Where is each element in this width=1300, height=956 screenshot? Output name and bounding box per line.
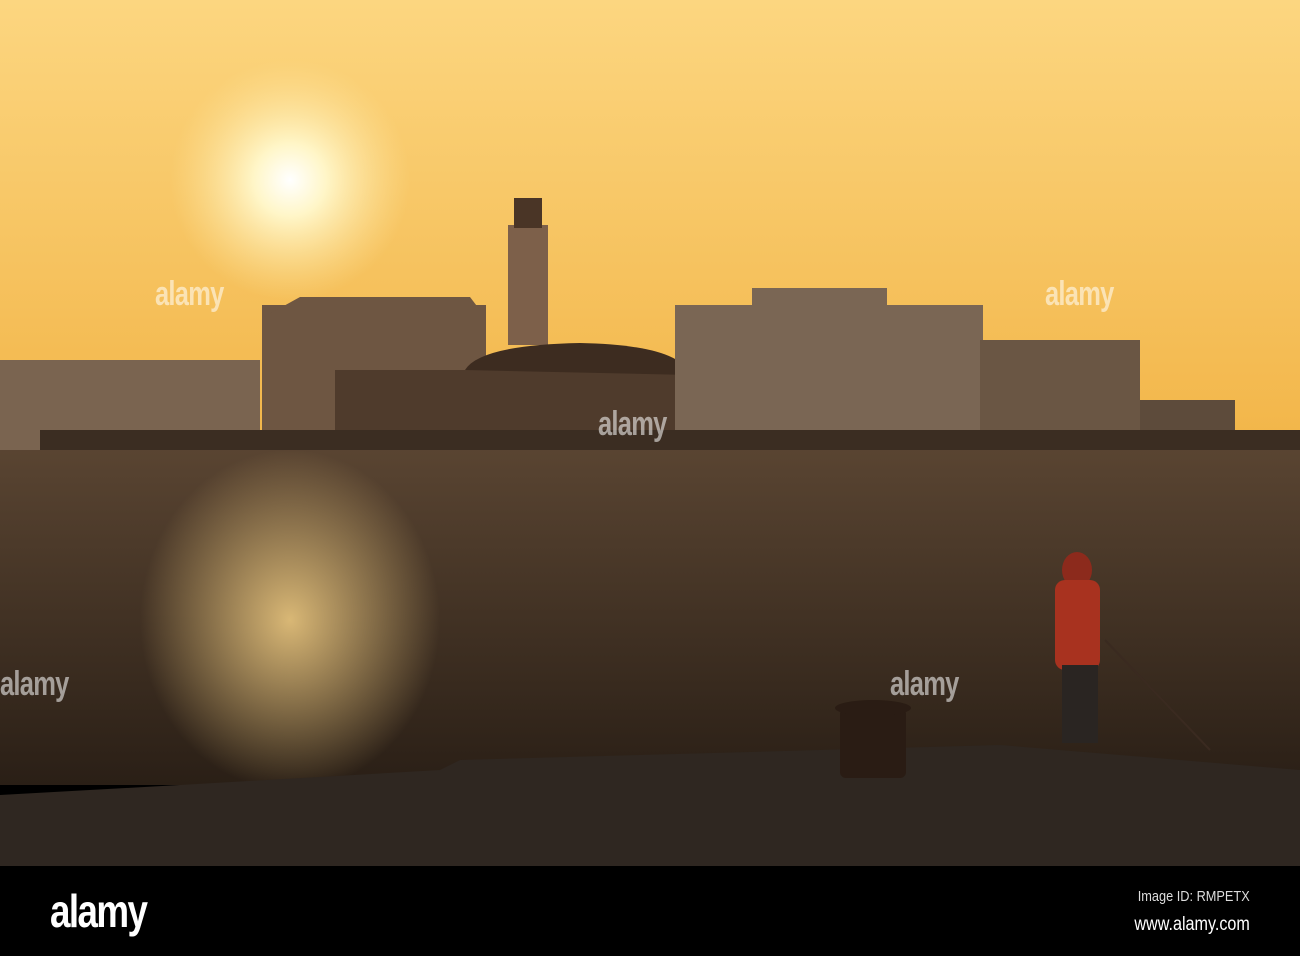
website-link[interactable]: www.alamy.com [1135, 914, 1250, 936]
footer-bar: alamy Image ID: RMPETX www.alamy.com [0, 866, 1300, 956]
sun-reflection [140, 450, 440, 790]
image-id: Image ID: RMPETX [1138, 888, 1250, 905]
watermark: alamy [598, 405, 667, 443]
alamy-logo[interactable]: alamy [50, 884, 148, 938]
watermark: alamy [155, 275, 224, 313]
stock-photo-page: alamy alamy alamy alamy alamy alamy Imag… [0, 0, 1300, 956]
sun [170, 60, 410, 300]
watermark: alamy [1045, 275, 1114, 313]
watermark: alamy [890, 665, 959, 703]
watermark: alamy [0, 665, 69, 703]
bollard [835, 700, 911, 778]
